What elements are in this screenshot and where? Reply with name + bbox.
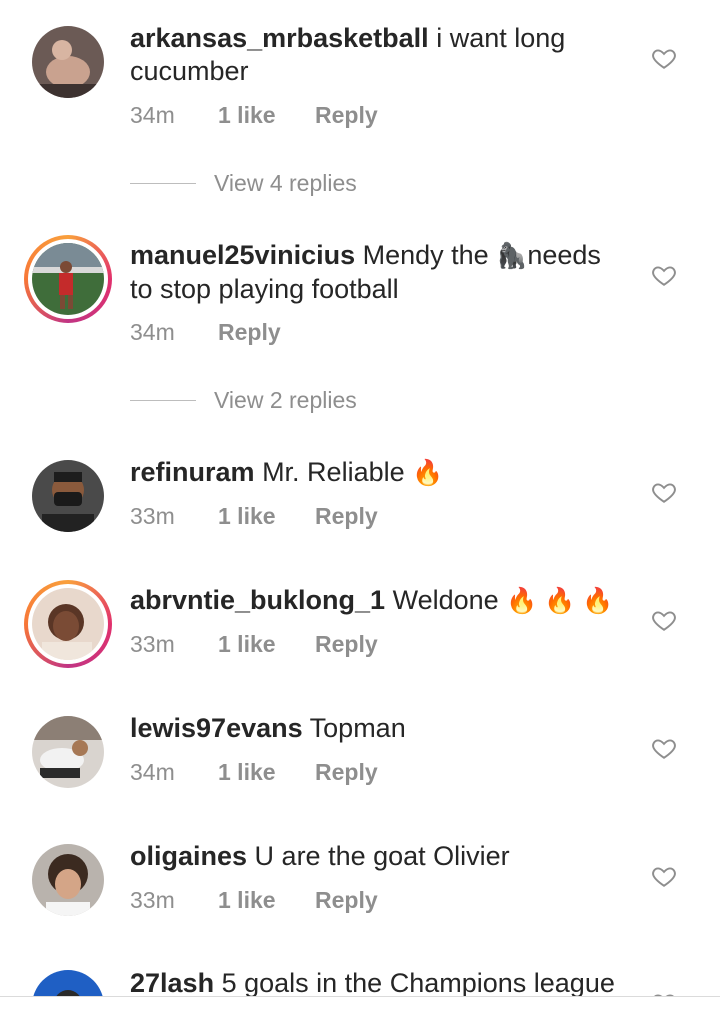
- comment-username[interactable]: 27lash: [130, 968, 214, 996]
- comment-body: 5 goals in the Champions league: [221, 968, 615, 996]
- divider: [0, 996, 720, 997]
- comment-text: 27lash 5 goals in the Champions league: [130, 967, 630, 996]
- comments-list: arkansas_mrbasketball i want long cucumb…: [0, 0, 720, 1019]
- avatar[interactable]: [32, 970, 104, 996]
- comment-item: 27lash 5 goals in the Champions league: [0, 0, 720, 996]
